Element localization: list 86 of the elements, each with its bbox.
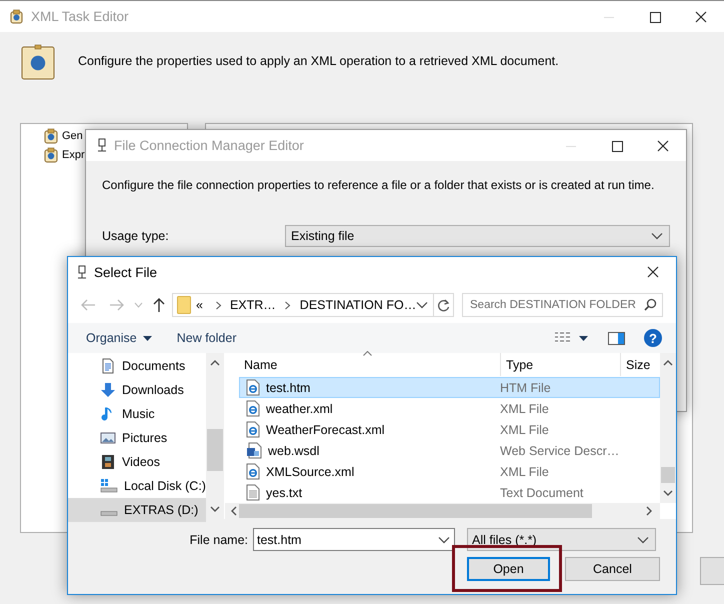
file-type: Web Service Descr… bbox=[500, 444, 620, 458]
nav-item[interactable]: Music bbox=[68, 402, 206, 426]
web-file-icon bbox=[246, 400, 260, 417]
new-folder-button[interactable]: New folder bbox=[176, 328, 236, 348]
nav-item[interactable]: Downloads bbox=[68, 378, 206, 402]
folder-icon bbox=[177, 296, 191, 314]
window-title: Select File bbox=[94, 264, 158, 280]
nav-item[interactable]: Videos bbox=[68, 450, 206, 474]
file-name: XMLSource.xml bbox=[266, 464, 354, 478]
file-row[interactable]: WeatherForecast.xml XML File bbox=[239, 419, 660, 440]
scrollbar[interactable] bbox=[225, 503, 660, 519]
scrollbar-thumb[interactable] bbox=[239, 504, 592, 518]
file-name: WeatherForecast.xml bbox=[266, 422, 385, 436]
caret-down-icon[interactable] bbox=[579, 336, 588, 340]
chevron-down-icon bbox=[651, 232, 663, 240]
clipboard-icon bbox=[43, 146, 59, 162]
file-type: HTM File bbox=[500, 380, 551, 394]
page-item[interactable]: Expr bbox=[62, 148, 85, 160]
scrollbar[interactable] bbox=[206, 353, 224, 519]
file-name: test.htm bbox=[266, 380, 310, 394]
file-row[interactable]: test.htm HTM File bbox=[239, 377, 660, 398]
breadcrumb[interactable]: DESTINATION FO… bbox=[300, 298, 416, 312]
picture-icon bbox=[100, 430, 116, 446]
download-arrow-icon bbox=[100, 382, 116, 398]
column-header[interactable]: Type bbox=[500, 353, 620, 376]
file-row[interactable]: weather.xml XML File bbox=[239, 398, 660, 419]
organise-menu[interactable]: Organise bbox=[86, 328, 152, 348]
file-row[interactable]: yes.txt Text Document bbox=[239, 482, 660, 503]
field-label: File name: bbox=[188, 532, 249, 546]
web-file-icon bbox=[246, 421, 260, 438]
file-name: web.wsdl bbox=[268, 444, 320, 458]
search-field[interactable]: Search DESTINATION FOLDER bbox=[462, 293, 663, 317]
file-name: yes.txt bbox=[266, 486, 302, 500]
file-type: Text Document bbox=[500, 486, 584, 500]
clipboard-icon bbox=[43, 128, 59, 144]
column-header[interactable]: Name bbox=[239, 353, 500, 376]
field-label: Usage type: bbox=[102, 229, 170, 243]
file-type: XML File bbox=[500, 464, 549, 478]
film-icon bbox=[100, 454, 116, 470]
preview-pane-icon[interactable] bbox=[608, 332, 625, 344]
file-name-field[interactable]: test.htm bbox=[253, 528, 455, 551]
plug-icon bbox=[77, 264, 87, 280]
help-button[interactable]: ? bbox=[644, 329, 662, 347]
file-type: XML File bbox=[500, 422, 549, 436]
page-item[interactable]: Gen bbox=[62, 130, 83, 142]
scrollbar-thumb[interactable] bbox=[207, 429, 223, 471]
drive-icon bbox=[100, 478, 118, 494]
file-name: weather.xml bbox=[266, 402, 333, 416]
clipboard-icon bbox=[9, 9, 24, 24]
address-bar[interactable]: « EXTR… DESTINATION FO… bbox=[172, 293, 454, 317]
refresh-icon bbox=[437, 298, 450, 312]
file-row[interactable]: web.wsdl Web Service Descr… bbox=[239, 440, 660, 461]
caret-down-icon bbox=[142, 336, 152, 340]
text-file-icon bbox=[246, 484, 260, 501]
document-icon bbox=[100, 358, 116, 374]
nav-item[interactable]: EXTRAS (D:) bbox=[68, 498, 206, 522]
open-button[interactable]: Open bbox=[467, 557, 550, 581]
service-file-icon bbox=[246, 442, 262, 459]
sort-ascending-icon bbox=[363, 351, 372, 356]
chevron-down-icon bbox=[438, 536, 450, 544]
plug-icon bbox=[97, 138, 107, 153]
window-title: File Connection Manager Editor bbox=[114, 138, 304, 153]
nav-item[interactable]: Documents bbox=[68, 354, 206, 378]
cancel-button[interactable]: Cancel bbox=[565, 557, 660, 581]
scrollbar[interactable] bbox=[660, 353, 676, 503]
breadcrumb[interactable]: EXTR… bbox=[230, 298, 276, 312]
nav-item[interactable]: Pictures bbox=[68, 426, 206, 450]
chevron-down-icon bbox=[637, 536, 649, 544]
web-file-icon bbox=[246, 379, 260, 396]
clipboard-icon bbox=[20, 44, 56, 80]
nav-item[interactable]: Local Disk (C:) bbox=[68, 474, 206, 498]
breadcrumb-separator-icon bbox=[284, 300, 291, 310]
up-arrow-icon[interactable] bbox=[152, 297, 166, 313]
description-text: Configure the properties used to apply an XML operation to a retrieved XML document. bbox=[78, 54, 559, 70]
breadcrumb-separator-icon bbox=[214, 300, 222, 310]
search-icon[interactable] bbox=[644, 298, 657, 311]
chevron-down-icon bbox=[416, 301, 428, 309]
scrollbar-thumb[interactable] bbox=[661, 467, 675, 483]
drive-icon bbox=[100, 510, 118, 516]
breadcrumb-overflow[interactable]: « bbox=[196, 298, 203, 312]
description-text: Configure the file connection properties to reference a file or a folder that exists or is created at run time. bbox=[101, 177, 656, 192]
file-type: XML File bbox=[500, 402, 549, 416]
window-title: XML Task Editor bbox=[31, 9, 129, 24]
file-row[interactable]: XMLSource.xml XML File bbox=[239, 461, 660, 482]
web-file-icon bbox=[246, 463, 260, 480]
usage-type-dropdown[interactable]: Existing file bbox=[285, 225, 670, 247]
